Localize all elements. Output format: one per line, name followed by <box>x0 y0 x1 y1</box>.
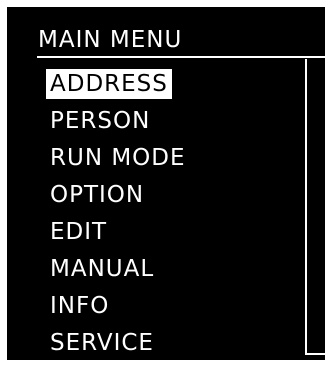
menu-item-edit[interactable]: EDIT <box>46 213 190 250</box>
menu-item-label: ADDRESS <box>46 68 172 99</box>
menu-item-manual[interactable]: MANUAL <box>46 250 190 287</box>
menu-item-label: INFO <box>50 292 110 319</box>
scroll-panel-frame <box>305 59 325 355</box>
menu-item-label: MANUAL <box>50 255 155 282</box>
main-menu-list: ADDRESS PERSON RUN MODE OPTION EDIT MANU… <box>46 65 190 360</box>
menu-item-info[interactable]: INFO <box>46 287 190 324</box>
display-screen: MAIN MENU ADDRESS PERSON RUN MODE OPTION… <box>7 7 325 360</box>
menu-item-person[interactable]: PERSON <box>46 102 190 139</box>
menu-item-run-mode[interactable]: RUN MODE <box>46 139 190 176</box>
menu-item-address[interactable]: ADDRESS <box>46 65 190 102</box>
menu-item-service[interactable]: SERVICE <box>46 324 190 360</box>
menu-title: MAIN MENU <box>38 27 183 53</box>
menu-item-label: EDIT <box>50 218 108 245</box>
title-divider <box>37 56 325 58</box>
menu-item-label: RUN MODE <box>50 144 186 171</box>
menu-item-label: OPTION <box>50 181 145 208</box>
menu-item-label: SERVICE <box>50 329 154 356</box>
menu-item-option[interactable]: OPTION <box>46 176 190 213</box>
menu-item-label: PERSON <box>50 107 151 134</box>
